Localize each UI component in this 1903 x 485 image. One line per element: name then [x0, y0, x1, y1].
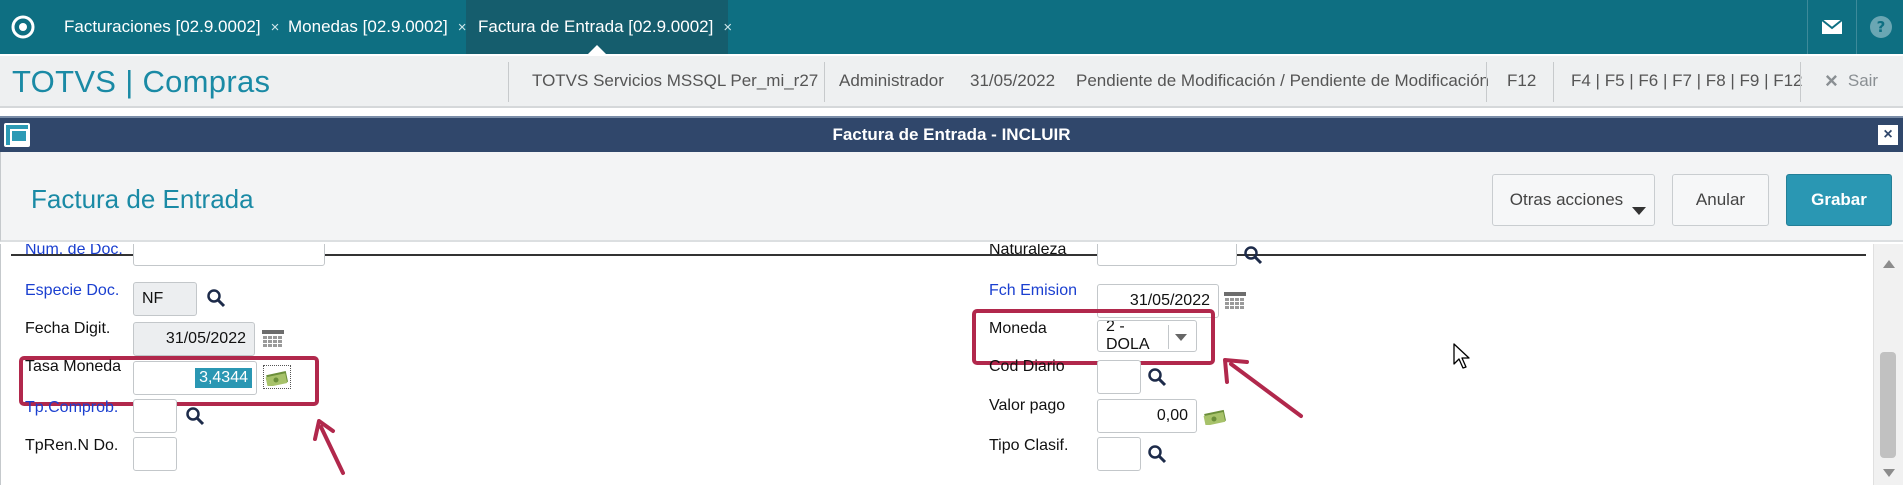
search-icon[interactable]	[183, 404, 207, 428]
tpren-input[interactable]	[133, 437, 177, 471]
exit-label: Sair	[1847, 71, 1879, 90]
form-title: Factura de Entrada	[31, 184, 254, 214]
search-icon[interactable]	[1145, 365, 1169, 389]
tasa-moneda-label: Tasa Moneda	[25, 358, 122, 375]
num-doc-input[interactable]	[133, 244, 325, 266]
separator	[824, 62, 825, 102]
save-button[interactable]: Grabar	[1786, 174, 1892, 226]
annotation-arrow-icon	[313, 419, 345, 475]
num-doc-label: Num. de Doc.	[25, 244, 123, 258]
tasa-moneda-input[interactable]: 3,4344	[133, 361, 257, 395]
separator	[1800, 62, 1801, 102]
svg-text:?: ?	[1876, 18, 1885, 36]
especie-doc-input[interactable]: NF	[133, 282, 197, 316]
tp-comprob-input[interactable]	[133, 399, 177, 433]
app-bar: TOTVS | Compras TOTVS Servicios MSSQL Pe…	[0, 56, 1903, 108]
shortcuts-info: F4 | F5 | F6 | F7 | F8 | F9 | F12	[1571, 71, 1803, 90]
exit-button[interactable]: × Sair	[1825, 56, 1878, 106]
naturaleza-label: Naturaleza	[989, 244, 1067, 258]
scroll-up-icon[interactable]	[1883, 260, 1895, 268]
moneda-label: Moneda	[989, 320, 1047, 337]
tab-close-icon[interactable]: ×	[723, 19, 732, 36]
fecha-digit-label: Fecha Digit.	[25, 320, 111, 337]
logo-icon[interactable]	[0, 0, 46, 54]
form-body: Num. de Doc. Especie Doc. NF Fecha Digit…	[0, 244, 1903, 485]
help-icon[interactable]: ?	[1856, 0, 1903, 54]
moneda-select[interactable]: 2 - DOLA	[1097, 320, 1197, 352]
tipo-clasif-label: Tipo Clasif.	[989, 437, 1069, 454]
search-icon[interactable]	[1241, 244, 1265, 267]
fch-emision-label: Fch Emision	[989, 282, 1078, 299]
date-info[interactable]: 31/05/2022	[970, 56, 1055, 106]
tab-label: Facturaciones [02.9.0002]	[64, 17, 261, 36]
dialog-title: Factura de Entrada - INCLUIR	[832, 125, 1071, 144]
separator	[1486, 62, 1487, 102]
f12-shortcut[interactable]: F12	[1507, 56, 1536, 106]
tab-label: Monedas [02.9.0002]	[288, 17, 448, 36]
status-info: Pendiente de Modificación / Pendiente de…	[1076, 71, 1489, 90]
dialog-header: Factura de Entrada - INCLUIR ×	[0, 116, 1903, 152]
environment-info: TOTVS Servicios MSSQL Per_mi_r27	[532, 71, 819, 90]
tp-comprob-label: Tp.Comprob.	[25, 399, 119, 416]
separator	[1553, 62, 1554, 102]
search-icon[interactable]	[1145, 442, 1169, 466]
calendar-icon[interactable]	[1223, 290, 1247, 314]
cod-diario-input[interactable]	[1097, 360, 1141, 394]
tpren-label: TpRen.N Do.	[25, 437, 119, 454]
annotation-arrow-icon	[1223, 358, 1303, 418]
app-title: TOTVS | Compras	[12, 64, 271, 99]
especie-doc-label: Especie Doc.	[25, 282, 120, 299]
calendar-icon[interactable]	[261, 328, 285, 352]
moneda-value: 2 - DOLA	[1106, 320, 1150, 352]
top-tab-bar: Facturaciones [02.9.0002] × Monedas [02.…	[0, 0, 1903, 54]
tab-facturaciones[interactable]: Facturaciones [02.9.0002] ×	[50, 0, 279, 54]
form-header: Factura de Entrada Otras acciones Anular…	[0, 152, 1903, 242]
scroll-down-icon[interactable]	[1883, 469, 1895, 477]
tab-factura-de-entrada[interactable]: Factura de Entrada [02.9.0002] ×	[466, 0, 732, 54]
mouse-cursor-icon	[1453, 343, 1470, 369]
tasa-moneda-value: 3,4344	[195, 368, 252, 388]
chevron-down-icon[interactable]	[1168, 325, 1192, 349]
tab-label: Factura de Entrada [02.9.0002]	[478, 17, 714, 36]
mail-icon[interactable]	[1807, 0, 1855, 54]
valor-pago-label: Valor pago	[989, 397, 1066, 414]
search-icon[interactable]	[204, 286, 228, 310]
cancel-label: Anular	[1695, 190, 1746, 209]
tab-monedas[interactable]: Monedas [02.9.0002] ×	[276, 0, 467, 54]
valor-pago-input[interactable]: 0,00	[1097, 399, 1197, 433]
scroll-thumb[interactable]	[1880, 352, 1896, 458]
tipo-clasif-input[interactable]	[1097, 437, 1141, 471]
fecha-digit-input[interactable]: 31/05/2022	[133, 322, 255, 356]
chevron-down-icon	[1632, 207, 1646, 215]
active-tab-caret-icon	[588, 45, 606, 54]
other-actions-label: Otras acciones	[1509, 190, 1624, 209]
currency-icon[interactable]	[263, 365, 291, 389]
vertical-scrollbar[interactable]	[1873, 244, 1903, 485]
separator	[508, 62, 509, 102]
user-info[interactable]: Administrador	[839, 56, 944, 106]
cancel-button[interactable]: Anular	[1672, 174, 1769, 226]
naturaleza-input[interactable]	[1097, 244, 1237, 266]
save-label: Grabar	[1811, 190, 1867, 209]
close-icon: ×	[1825, 68, 1838, 93]
dialog-close-icon[interactable]: ×	[1877, 124, 1899, 146]
cod-diario-label: Cod Diario	[989, 358, 1065, 375]
other-actions-button[interactable]: Otras acciones	[1492, 174, 1655, 226]
